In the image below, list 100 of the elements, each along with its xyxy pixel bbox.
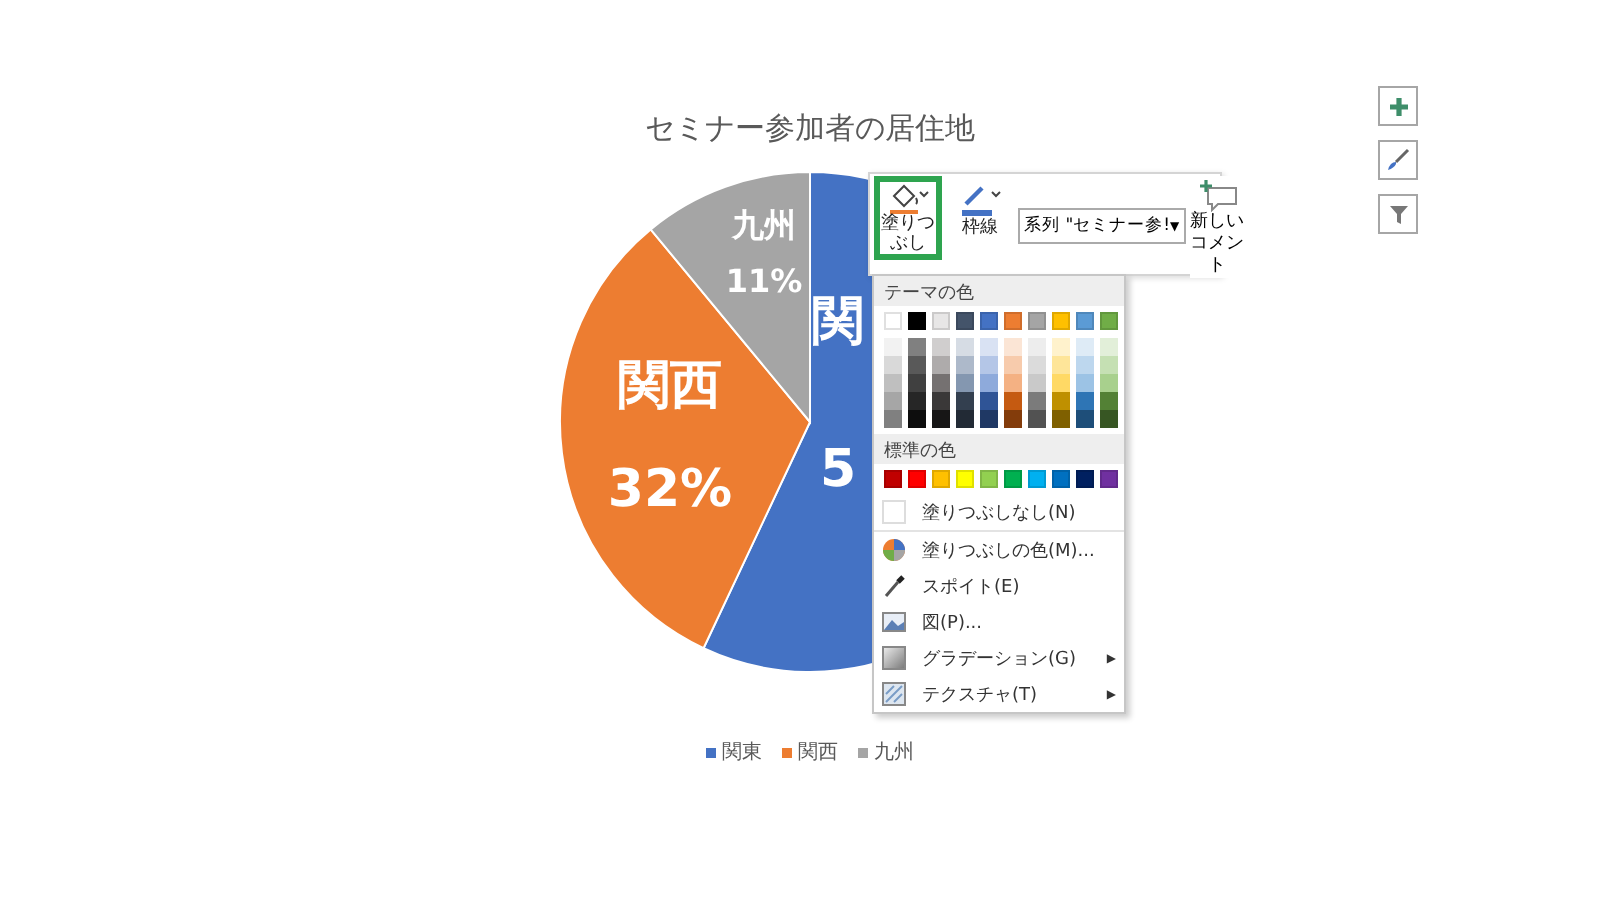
- chart-style-button[interactable]: [1378, 140, 1418, 180]
- color-swatch[interactable]: [956, 356, 974, 374]
- menu-item[interactable]: 図(P)...: [874, 604, 1124, 640]
- color-swatch[interactable]: [1004, 338, 1022, 356]
- color-swatch[interactable]: [932, 410, 950, 428]
- chart-filter-button[interactable]: [1378, 194, 1418, 234]
- slice-label: 九州: [732, 206, 796, 244]
- slice-percent: 11%: [725, 262, 803, 300]
- pen-icon: [958, 182, 1002, 218]
- color-swatch[interactable]: [1100, 374, 1118, 392]
- color-swatch[interactable]: [1076, 312, 1094, 330]
- color-wheel-icon: [882, 538, 906, 562]
- gradient-icon: [882, 646, 906, 670]
- fill-button[interactable]: 塗りつぶし: [874, 176, 942, 260]
- color-swatch[interactable]: [1100, 356, 1118, 374]
- color-swatch[interactable]: [884, 410, 902, 428]
- color-swatch[interactable]: [1076, 374, 1094, 392]
- color-swatch[interactable]: [956, 470, 974, 488]
- color-swatch[interactable]: [932, 392, 950, 410]
- menu-item[interactable]: スポイト(E): [874, 568, 1124, 604]
- color-swatch[interactable]: [884, 338, 902, 356]
- color-swatch[interactable]: [1052, 374, 1070, 392]
- color-swatch[interactable]: [1100, 470, 1118, 488]
- brush-icon: [1386, 148, 1410, 172]
- color-swatch[interactable]: [1076, 410, 1094, 428]
- color-swatch[interactable]: [1004, 470, 1022, 488]
- color-swatch[interactable]: [980, 410, 998, 428]
- color-swatch[interactable]: [908, 374, 926, 392]
- color-swatch[interactable]: [1052, 338, 1070, 356]
- color-swatch[interactable]: [1028, 356, 1046, 374]
- color-swatch[interactable]: [1004, 410, 1022, 428]
- color-swatch[interactable]: [884, 470, 902, 488]
- color-swatch[interactable]: [1052, 312, 1070, 330]
- color-swatch[interactable]: [1052, 392, 1070, 410]
- color-swatch[interactable]: [1052, 410, 1070, 428]
- color-swatch[interactable]: [1028, 312, 1046, 330]
- slice-label: 関: [812, 292, 864, 352]
- color-swatch[interactable]: [1028, 410, 1046, 428]
- color-swatch[interactable]: [1004, 374, 1022, 392]
- legend-swatch: [782, 747, 792, 757]
- color-swatch[interactable]: [1076, 392, 1094, 410]
- picture-icon: [882, 610, 906, 634]
- color-swatch[interactable]: [956, 338, 974, 356]
- color-swatch[interactable]: [884, 312, 902, 330]
- color-swatch[interactable]: [1028, 374, 1046, 392]
- color-swatch[interactable]: [1028, 470, 1046, 488]
- color-swatch[interactable]: [980, 356, 998, 374]
- color-swatch[interactable]: [932, 338, 950, 356]
- color-swatch[interactable]: [956, 392, 974, 410]
- menu-item[interactable]: 塗りつぶしなし(N): [874, 494, 1124, 530]
- color-swatch[interactable]: [908, 410, 926, 428]
- color-swatch[interactable]: [1076, 470, 1094, 488]
- paint-bucket-icon: [886, 182, 930, 214]
- section-heading: 標準の色: [874, 434, 1124, 464]
- color-swatch[interactable]: [1004, 312, 1022, 330]
- color-swatch[interactable]: [932, 312, 950, 330]
- slice-label: 関西: [618, 356, 722, 416]
- color-swatch[interactable]: [1028, 392, 1046, 410]
- color-swatch[interactable]: [1100, 392, 1118, 410]
- slice-percent: 5: [819, 440, 857, 500]
- color-swatch[interactable]: [1052, 356, 1070, 374]
- color-swatch[interactable]: [1100, 312, 1118, 330]
- color-swatch[interactable]: [1100, 338, 1118, 356]
- texture-icon: [882, 682, 906, 706]
- color-swatch[interactable]: [932, 470, 950, 488]
- color-swatch[interactable]: [980, 374, 998, 392]
- color-swatch[interactable]: [980, 470, 998, 488]
- color-swatch[interactable]: [908, 392, 926, 410]
- color-swatch[interactable]: [884, 356, 902, 374]
- color-swatch[interactable]: [1076, 338, 1094, 356]
- section-heading: テーマの色: [874, 276, 1124, 306]
- add-element-button[interactable]: [1378, 86, 1418, 126]
- color-swatch[interactable]: [980, 312, 998, 330]
- color-swatch[interactable]: [908, 312, 926, 330]
- no-fill-icon: [882, 500, 906, 524]
- color-swatch[interactable]: [884, 392, 902, 410]
- eyedropper-icon: [882, 574, 906, 598]
- legend-label: 関西: [798, 740, 838, 766]
- color-swatch[interactable]: [980, 392, 998, 410]
- legend-label: 九州: [874, 739, 914, 766]
- color-swatch[interactable]: [1076, 356, 1094, 374]
- color-swatch[interactable]: [956, 312, 974, 330]
- chart-title: セミナー参加者の居住地: [645, 108, 975, 150]
- filter-icon: [1387, 203, 1409, 225]
- new-comment-button[interactable]: 新しいコメント: [1189, 176, 1246, 278]
- color-swatch[interactable]: [980, 338, 998, 356]
- color-swatch[interactable]: [956, 410, 974, 428]
- color-swatch[interactable]: [956, 374, 974, 392]
- color-swatch[interactable]: [908, 338, 926, 356]
- color-swatch[interactable]: [932, 374, 950, 392]
- color-swatch[interactable]: [1004, 356, 1022, 374]
- color-swatch[interactable]: [1100, 410, 1118, 428]
- color-swatch[interactable]: [932, 356, 950, 374]
- color-swatch[interactable]: [1052, 470, 1070, 488]
- color-swatch[interactable]: [908, 356, 926, 374]
- color-swatch[interactable]: [1028, 338, 1046, 356]
- color-swatch[interactable]: [1004, 392, 1022, 410]
- color-swatch[interactable]: [884, 374, 902, 392]
- color-swatch[interactable]: [908, 470, 926, 488]
- menu-item[interactable]: 塗りつぶしの色(M)...: [874, 532, 1124, 568]
